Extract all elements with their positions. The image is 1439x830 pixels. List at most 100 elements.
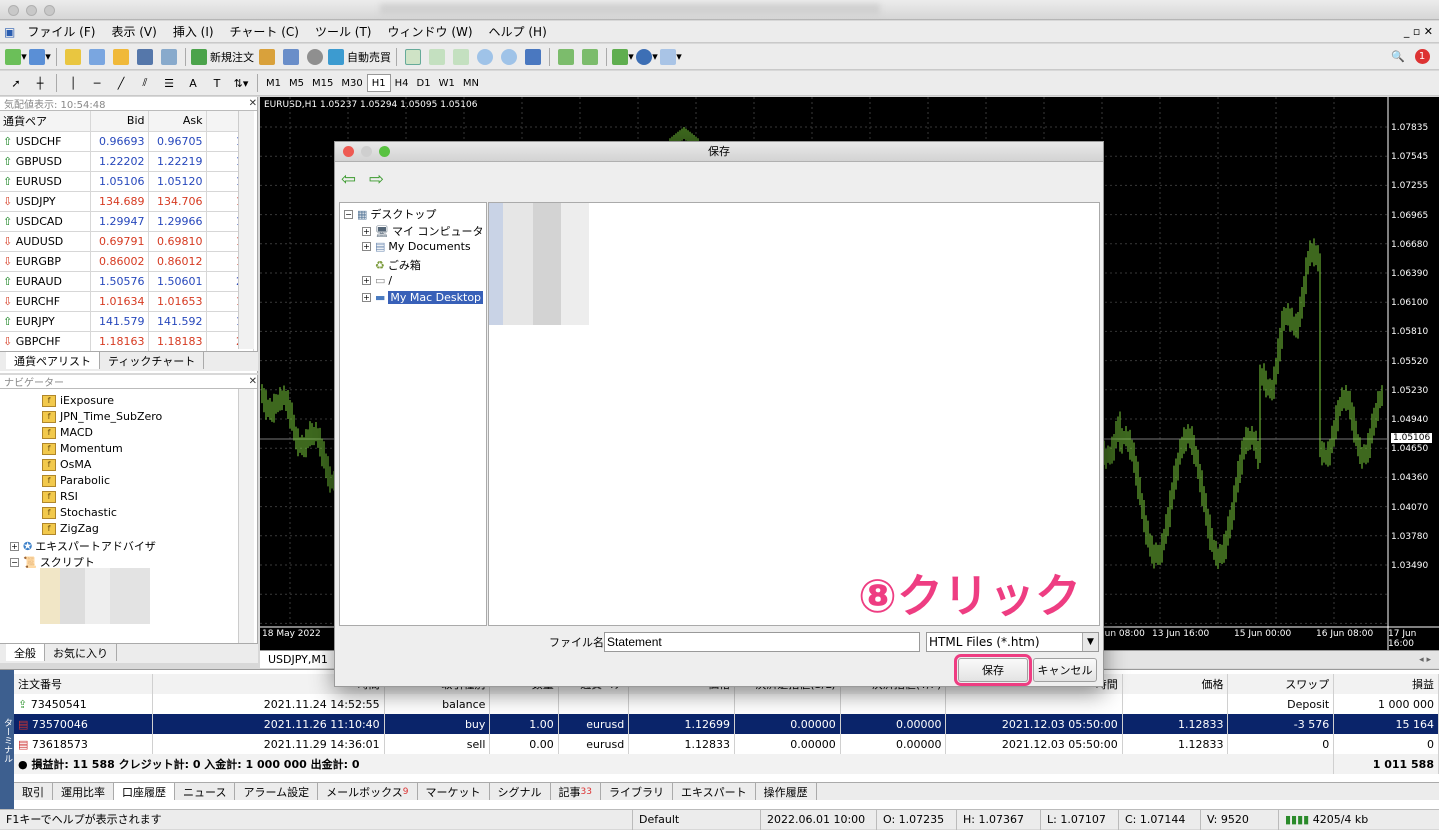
- tree-root[interactable]: + ▭ /: [362, 274, 392, 287]
- back-arrow-icon[interactable]: ⇦: [341, 169, 356, 190]
- close-icon[interactable]: ✕: [249, 376, 257, 387]
- crosshair-icon[interactable]: ┼: [29, 73, 51, 93]
- tf-m30[interactable]: M30: [337, 74, 366, 92]
- market-watch-row[interactable]: ⇧ EURAUD 1.50576 1.50601 25: [0, 271, 254, 292]
- history-row[interactable]: ▤ 73618573 2021.11.29 14:36:01 sell 0.00 eur…: [14, 734, 1439, 754]
- tree-mac-desktop[interactable]: + ▬ My Mac Desktop: [362, 291, 484, 304]
- new-chart-button[interactable]: ▾: [5, 47, 27, 67]
- terminal-tab[interactable]: 操作履歴: [756, 783, 817, 800]
- indicator-item[interactable]: f Momentum: [42, 442, 123, 455]
- terminal-tab[interactable]: マーケット: [418, 783, 490, 800]
- tester-toggle[interactable]: [158, 47, 180, 67]
- market-watch-scrollbar[interactable]: [238, 111, 254, 349]
- market-watch-row[interactable]: ⇧ USDCAD 1.29947 1.29966 19: [0, 211, 254, 232]
- line-chart-button[interactable]: [450, 47, 472, 67]
- close-icon[interactable]: ✕: [249, 98, 257, 109]
- col-ask[interactable]: Ask: [148, 111, 207, 132]
- history-col-header[interactable]: 損益: [1333, 674, 1439, 694]
- indicator-item[interactable]: f OsMA: [42, 458, 91, 471]
- tf-m5[interactable]: M5: [285, 74, 308, 92]
- tree-my-documents[interactable]: + ▤ My Documents: [362, 240, 471, 253]
- community-button[interactable]: [280, 47, 302, 67]
- tile-windows-button[interactable]: [522, 47, 544, 67]
- indicator-item[interactable]: f Parabolic: [42, 474, 110, 487]
- menu-help[interactable]: ヘルプ (H): [481, 23, 555, 40]
- data-window-toggle[interactable]: [86, 47, 108, 67]
- channel-icon[interactable]: ⫽: [134, 73, 156, 93]
- indicators-button[interactable]: ▾: [612, 47, 634, 67]
- history-col-header[interactable]: スワップ: [1227, 674, 1335, 694]
- market-watch-row[interactable]: ⇧ EURJPY 141.579 141.592 13: [0, 311, 254, 332]
- tree-trash[interactable]: ♻ ごみ箱: [375, 257, 421, 273]
- profiles-button[interactable]: ▾: [29, 47, 51, 67]
- forward-arrow-icon[interactable]: ⇨: [369, 169, 384, 190]
- market-watch-row[interactable]: ⇧ GBPUSD 1.22202 1.22219 17: [0, 151, 254, 172]
- chart-tab-scroll-icon[interactable]: ◂ ▸: [1419, 651, 1439, 668]
- menu-chart[interactable]: チャート (C): [222, 23, 307, 40]
- tree-desktop[interactable]: − ▦ デスクトップ: [344, 206, 436, 222]
- terminal-toggle[interactable]: [134, 47, 156, 67]
- tf-h1[interactable]: H1: [366, 74, 391, 92]
- tab-favorites[interactable]: お気に入り: [45, 644, 117, 661]
- tab-tick-chart[interactable]: ティックチャート: [100, 352, 205, 369]
- text-tool-icon[interactable]: A: [182, 73, 204, 93]
- auto-trade-button[interactable]: 自動売買: [328, 47, 391, 67]
- market-watch-row[interactable]: ⇩ EURGBP 0.86002 0.86012 10: [0, 251, 254, 272]
- menu-file[interactable]: ファイル (F): [19, 23, 103, 40]
- trendline-icon[interactable]: ╱: [110, 73, 132, 93]
- tf-mn[interactable]: MN: [459, 74, 483, 92]
- periods-button[interactable]: ▾: [636, 47, 658, 67]
- terminal-tab[interactable]: ライブラリ: [601, 783, 673, 800]
- dialog-close-button[interactable]: [343, 146, 354, 157]
- indicator-item[interactable]: f JPN_Time_SubZero: [42, 410, 162, 423]
- indicator-item[interactable]: f iExposure: [42, 394, 114, 407]
- market-watch-toggle[interactable]: [62, 47, 84, 67]
- terminal-tab[interactable]: メールボックス 9: [318, 783, 418, 800]
- search-icon[interactable]: 🔍: [1387, 47, 1409, 67]
- terminal-tab[interactable]: エキスパート: [673, 783, 756, 800]
- horizontal-line-icon[interactable]: ─: [86, 73, 108, 93]
- window-controls-icon[interactable]: _ ▫ ✕: [1404, 25, 1439, 38]
- indicator-item[interactable]: f Stochastic: [42, 506, 117, 519]
- tf-d1[interactable]: D1: [413, 74, 435, 92]
- expert-advisors-node[interactable]: + ✪ エキスパートアドバイザ: [10, 538, 156, 554]
- metaeditor-button[interactable]: [256, 47, 278, 67]
- status-profile[interactable]: Default: [632, 810, 679, 830]
- market-watch-row[interactable]: ⇩ USDJPY 134.689 134.706 17: [0, 191, 254, 212]
- zoom-out-icon[interactable]: [498, 47, 520, 67]
- fibonacci-icon[interactable]: ☰: [158, 73, 180, 93]
- tf-h4[interactable]: H4: [391, 74, 413, 92]
- terminal-tab[interactable]: 取引: [14, 783, 53, 800]
- terminal-tab[interactable]: ニュース: [175, 783, 236, 800]
- label-tool-icon[interactable]: T: [206, 73, 228, 93]
- tf-m1[interactable]: M1: [262, 74, 285, 92]
- market-watch-row[interactable]: ⇩ AUDUSD 0.69791 0.69810 19: [0, 231, 254, 252]
- history-col-header[interactable]: 価格: [1122, 674, 1229, 694]
- chart-tab-usdjpy[interactable]: USDJPY,M1: [260, 651, 337, 668]
- market-watch-row[interactable]: ⇧ USDCHF 0.96693 0.96705 12: [0, 131, 254, 152]
- dialog-zoom-button[interactable]: [379, 146, 390, 157]
- vertical-line-icon[interactable]: │: [62, 73, 84, 93]
- indicator-item[interactable]: f ZigZag: [42, 522, 99, 535]
- market-watch-row[interactable]: ⇧ EURUSD 1.05106 1.05120 14: [0, 171, 254, 192]
- history-col-header[interactable]: 注文番号: [14, 674, 154, 694]
- chart-shift-button[interactable]: [579, 47, 601, 67]
- navigator-scrollbar[interactable]: [238, 389, 254, 643]
- terminal-tab[interactable]: 記事 33: [551, 783, 601, 800]
- indicator-item[interactable]: f RSI: [42, 490, 78, 503]
- arrows-tool-icon[interactable]: ⇅▾: [230, 73, 252, 93]
- tab-symbols[interactable]: 通貨ペアリスト: [6, 352, 100, 369]
- menu-insert[interactable]: 挿入 (I): [165, 23, 222, 40]
- notifications-icon[interactable]: 1: [1411, 47, 1433, 67]
- indicator-item[interactable]: f MACD: [42, 426, 93, 439]
- zoom-in-icon[interactable]: [474, 47, 496, 67]
- templates-button[interactable]: ▾: [660, 47, 682, 67]
- terminal-tab[interactable]: 運用比率: [53, 783, 114, 800]
- terminal-tab[interactable]: 口座履歴: [114, 783, 175, 800]
- filetype-select[interactable]: HTML Files (*.htm) ▼: [926, 632, 1099, 652]
- tree-my-computer[interactable]: + 🖥 マイ コンピュータ: [362, 223, 483, 239]
- cursor-icon[interactable]: ➚: [5, 73, 27, 93]
- tf-m15[interactable]: M15: [308, 74, 337, 92]
- save-button[interactable]: 保存: [954, 654, 1032, 686]
- candle-chart-button[interactable]: [426, 47, 448, 67]
